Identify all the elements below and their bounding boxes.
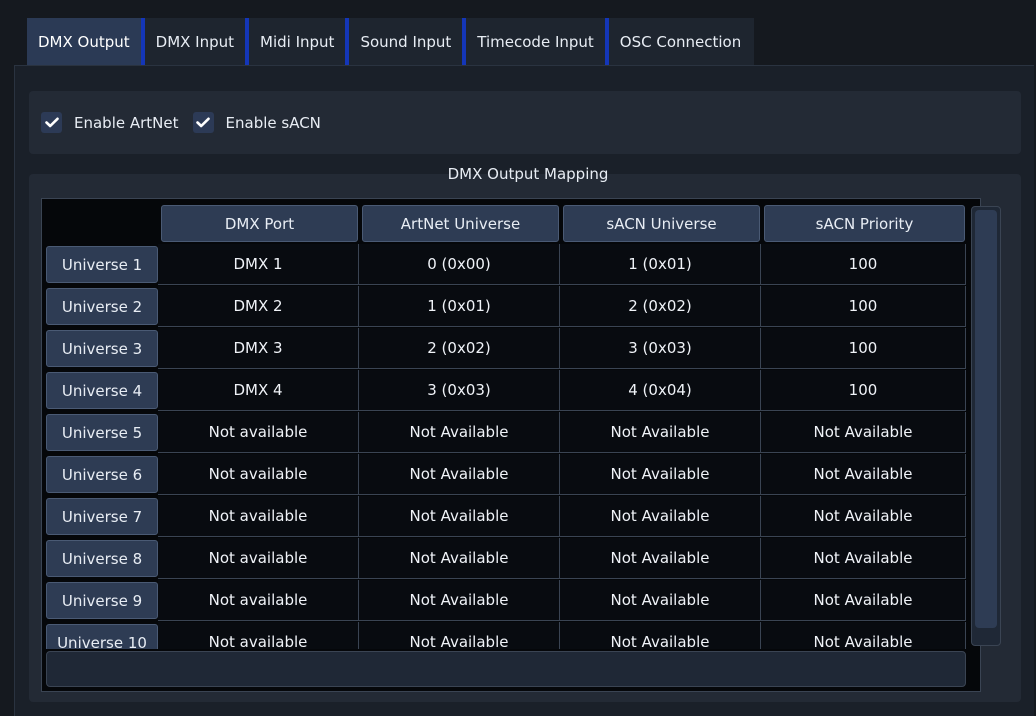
table-cell[interactable]: Not Available: [560, 538, 761, 579]
tab-timecode-input[interactable]: Timecode Input: [466, 18, 609, 65]
enable-artnet-label: Enable ArtNet: [74, 113, 179, 132]
table-cell[interactable]: Not Available: [560, 622, 761, 649]
table-cell[interactable]: 100: [761, 328, 966, 369]
table-cell[interactable]: Not Available: [761, 538, 966, 579]
group-title: DMX Output Mapping: [447, 165, 609, 183]
table-body-viewport: Universe 1 DMX 10 (0x00) 1 (0x01) 100 Univer…: [42, 202, 966, 649]
enable-artnet-checkbox[interactable]: Enable ArtNet: [41, 112, 179, 133]
table-cell[interactable]: Not Available: [761, 622, 966, 649]
tab-sound-input[interactable]: Sound Input: [349, 18, 467, 65]
table-cell[interactable]: Not Available: [359, 538, 560, 579]
table-cell[interactable]: 3 (0x03): [359, 370, 560, 411]
table-cell[interactable]: Not available: [158, 580, 359, 621]
table-cell[interactable]: Not available: [158, 622, 359, 649]
table-cell[interactable]: DMX 2: [158, 286, 359, 327]
tab-midi-input[interactable]: Midi Input: [249, 18, 350, 65]
table-cell[interactable]: 0 (0x00): [359, 244, 560, 285]
app-window: DMX Output DMX Input Midi Input Sound In…: [0, 0, 1036, 716]
table-cell[interactable]: Not Available: [359, 412, 560, 453]
row-header[interactable]: Universe 9: [46, 582, 158, 619]
table-cell[interactable]: Not Available: [761, 412, 966, 453]
table-cell[interactable]: 2 (0x02): [359, 328, 560, 369]
table-cell[interactable]: DMX 3: [158, 328, 359, 369]
checkmark-icon: [41, 112, 62, 133]
table-cell[interactable]: 100: [761, 286, 966, 327]
vertical-scrollbar-thumb[interactable]: [975, 210, 997, 628]
table-cell[interactable]: Not available: [158, 412, 359, 453]
table-cell[interactable]: Not available: [158, 454, 359, 495]
tab-osc-connection[interactable]: OSC Connection: [608, 18, 755, 65]
checkmark-icon: [192, 112, 214, 133]
table-cell[interactable]: Not Available: [359, 496, 560, 537]
table-cell[interactable]: Not Available: [359, 454, 560, 495]
row-header[interactable]: Universe 7: [46, 498, 158, 535]
tab-dmx-output[interactable]: DMX Output: [27, 18, 145, 65]
table-cell[interactable]: 100: [761, 244, 966, 285]
table-cell[interactable]: Not Available: [560, 454, 761, 495]
table-cell[interactable]: DMX 1: [158, 244, 359, 285]
table-cell[interactable]: Not Available: [560, 580, 761, 621]
table-cell[interactable]: Not Available: [560, 412, 761, 453]
row-header[interactable]: Universe 4: [46, 372, 158, 409]
tab-bar: DMX Output DMX Input Midi Input Sound In…: [27, 18, 755, 65]
table-cell[interactable]: DMX 4: [158, 370, 359, 411]
enable-sacn-checkbox[interactable]: Enable sACN: [192, 112, 321, 133]
table-cell[interactable]: Not Available: [761, 454, 966, 495]
table-cell[interactable]: 3 (0x03): [560, 328, 761, 369]
table-cell[interactable]: Not available: [158, 538, 359, 579]
table-cell[interactable]: 2 (0x02): [560, 286, 761, 327]
table-cell[interactable]: 1 (0x01): [560, 244, 761, 285]
table-cell[interactable]: 1 (0x01): [359, 286, 560, 327]
table-cell[interactable]: 100: [761, 370, 966, 411]
row-header[interactable]: Universe 6: [46, 456, 158, 493]
table-cell[interactable]: Not Available: [560, 496, 761, 537]
horizontal-scrollbar[interactable]: [46, 651, 966, 687]
row-header[interactable]: Universe 10: [46, 624, 158, 649]
table-cell[interactable]: Not available: [158, 496, 359, 537]
row-header[interactable]: Universe 8: [46, 540, 158, 577]
table-cell[interactable]: 4 (0x04): [560, 370, 761, 411]
row-header[interactable]: Universe 3: [46, 330, 158, 367]
table-cell[interactable]: Not Available: [761, 580, 966, 621]
row-header[interactable]: Universe 2: [46, 288, 158, 325]
table-cell[interactable]: Not Available: [359, 622, 560, 649]
row-header[interactable]: Universe 5: [46, 414, 158, 451]
tab-dmx-input[interactable]: DMX Input: [144, 18, 250, 65]
row-header[interactable]: Universe 1: [46, 246, 158, 283]
enable-sacn-label: Enable sACN: [225, 113, 321, 132]
table-cell[interactable]: Not Available: [359, 580, 560, 621]
protocol-options: Enable ArtNet Enable sACN: [29, 91, 1021, 154]
table-cell[interactable]: Not Available: [761, 496, 966, 537]
